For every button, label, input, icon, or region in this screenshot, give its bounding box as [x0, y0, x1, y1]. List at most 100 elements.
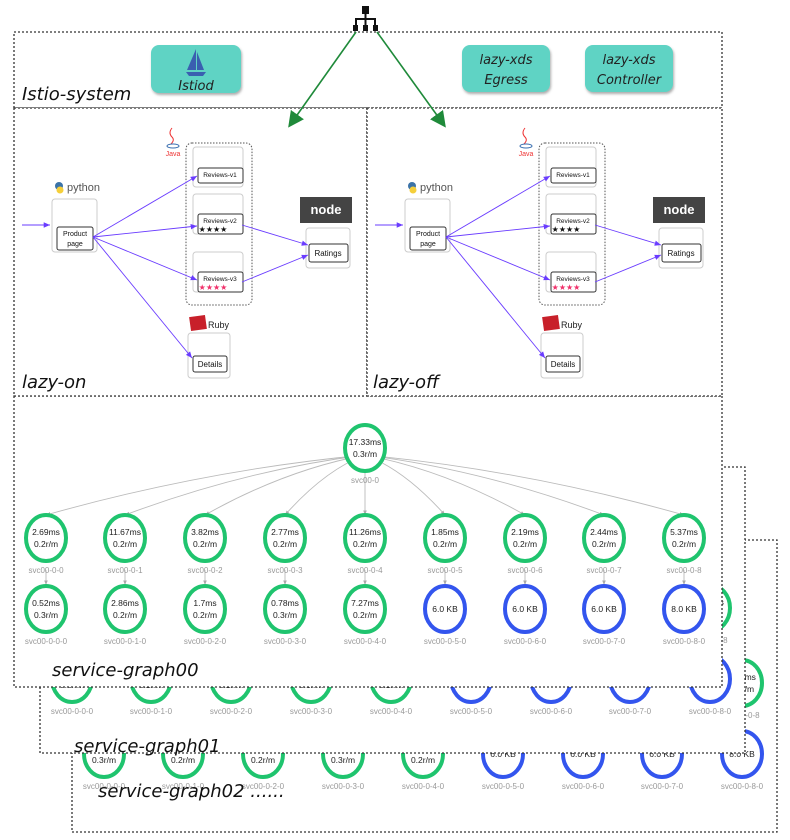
node-circle — [103, 513, 147, 563]
service-node-svc00-0-6[interactable]: 2.19ms 0.2r/m svc00-0-6 — [503, 513, 547, 575]
istiod-label: Istiod — [178, 79, 214, 94]
service-node-svc00-0-5[interactable]: 1.85ms 0.2r/m svc00-0-5 — [423, 513, 467, 575]
lazy-xds-controller-component: lazy-xds Controller — [585, 45, 673, 92]
egress-label-line2: Egress — [484, 73, 528, 88]
node-name: svc00-0-2-0 — [184, 637, 227, 646]
details-label: Details — [198, 360, 222, 369]
node-circle — [423, 513, 467, 563]
node-circle — [24, 513, 68, 563]
service-node-svc00-0-3-0[interactable]: 0.78ms 0.3r/m svc00-0-3-0 — [263, 584, 307, 646]
node-name: svc00-0-3-0 — [290, 707, 333, 716]
node-rate: 0.3r/m — [273, 610, 297, 620]
egress-label-line1: lazy-xds — [479, 53, 532, 68]
node-bytes: 8.0 KB — [671, 604, 697, 614]
node-rate: 0.2r/m — [273, 539, 297, 549]
node-latency: 0.52ms — [32, 598, 60, 608]
node-rate: 0.2r/m — [592, 539, 616, 549]
node-circle — [662, 513, 706, 563]
lazy-off-label: lazy-off — [373, 372, 441, 393]
service-node-svc00-0-2[interactable]: 3.82ms 0.2r/m svc00-0-2 — [183, 513, 227, 575]
service-node-svc00-0-0-0[interactable]: 0.52ms 0.3r/m svc00-0-0-0 — [24, 584, 68, 646]
node-name: svc00-0-8-0 — [721, 782, 764, 791]
node-latency: 11.67ms — [109, 527, 141, 537]
stars-rating: ★★★★ — [552, 283, 581, 292]
reviews-label: Reviews-v3 — [556, 276, 590, 283]
lazy-on-label: lazy-on — [22, 372, 86, 393]
details-label: Details — [551, 360, 575, 369]
node-name: svc00-0-0-0 — [25, 637, 68, 646]
node-circle — [103, 584, 147, 634]
node-circle — [183, 584, 227, 634]
node-latency: 7.27ms — [351, 598, 379, 608]
node-name: svc00-0-2 — [187, 566, 223, 575]
node-bytes: 6.0 KB — [591, 604, 617, 614]
node-latency: 0.78ms — [271, 598, 299, 608]
node-name: svc00-0-7-0 — [641, 782, 684, 791]
node-rate: 0.2r/m — [433, 539, 457, 549]
node-name: svc00-0-4-0 — [402, 782, 445, 791]
node-name: svc00-0-3 — [267, 566, 303, 575]
service-node-svc00-0-8[interactable]: 5.37ms 0.2r/m svc00-0-8 — [662, 513, 706, 575]
service-node-svc00-0-4[interactable]: 11.26ms 0.2r/m svc00-0-4 — [343, 513, 387, 575]
node-rate: 0.3r/m — [34, 610, 58, 620]
service-graph-label: service-graph02 ...... — [98, 781, 285, 802]
productpage-label-1: Product — [416, 231, 440, 238]
node-logo-text: node — [663, 202, 694, 217]
service-node-svc00-0-5-0[interactable]: 6.0 KB svc00-0-5-0 — [423, 584, 467, 646]
controller-label-line1: lazy-xds — [602, 53, 655, 68]
service-node-svc00-0-6-0[interactable]: 6.0 KB svc00-0-6-0 — [503, 584, 547, 646]
node-rate: 0.2r/m — [672, 539, 696, 549]
python-logo-text: python — [67, 182, 100, 194]
service-node-svc00-0-8-0[interactable]: 8.0 KB svc00-0-8-0 — [662, 584, 706, 646]
service-node-svc00-0-2-0[interactable]: 1.7ms 0.2r/m svc00-0-2-0 — [183, 584, 227, 646]
service-node-svc00-0-0[interactable]: 2.69ms 0.2r/m svc00-0-0 — [24, 513, 68, 575]
node-rate: 0.2r/m — [411, 755, 435, 765]
node-name: svc00-0-4 — [347, 566, 383, 575]
productpage-label-2: page — [67, 241, 83, 248]
java-logo-text: Java — [166, 151, 181, 158]
service-node-svc00-0-4-0[interactable]: 7.27ms 0.2r/m svc00-0-4-0 — [343, 584, 387, 646]
node-rate: 0.2r/m — [113, 539, 137, 549]
service-graphs: 17.33ms 0.3r/m svc00-0 2.69ms 0.2r/m svc00-0-… — [13, 395, 778, 833]
node-name: svc00-0-1-0 — [104, 637, 147, 646]
ruby-logo-text: Ruby — [208, 320, 230, 330]
node-rate: 0.3r/m — [331, 755, 355, 765]
node-name: svc00-0-6 — [507, 566, 543, 575]
controller-label-line2: Controller — [597, 73, 663, 88]
reviews-label: Reviews-v2 — [203, 218, 237, 225]
node-latency: 2.19ms — [511, 527, 539, 537]
node-logo-text: node — [310, 202, 341, 217]
node-circle — [183, 513, 227, 563]
node-rate: 0.2r/m — [353, 539, 377, 549]
node-rate: 0.2r/m — [251, 755, 275, 765]
python-icon-part — [409, 186, 417, 194]
architecture-diagram: 17.33ms 0.3r/m svc00-0 2.69ms 0.2r/m svc00-0-… — [13, 6, 778, 833]
node-name: svc00-0-0 — [28, 566, 64, 575]
node-circle — [263, 584, 307, 634]
service-node-svc00-0-7-0[interactable]: 6.0 KB svc00-0-7-0 — [582, 584, 626, 646]
reviews-label: Reviews-v3 — [203, 276, 237, 283]
node-circle — [263, 513, 307, 563]
node-rate: 0.3r/m — [353, 449, 377, 459]
service-node-svc00-0-7[interactable]: 2.44ms 0.2r/m svc00-0-7 — [582, 513, 626, 575]
ruby-icon — [542, 314, 560, 332]
ratings-label: Ratings — [667, 249, 694, 258]
node-name: svc00-0-7 — [586, 566, 622, 575]
node-latency: 3.82ms — [191, 527, 219, 537]
node-latency: 2.69ms — [32, 527, 60, 537]
stars-rating: ★★★★ — [199, 283, 228, 292]
productpage-label-2: page — [420, 241, 436, 248]
node-name: svc00-0-8-0 — [689, 707, 732, 716]
node-name: svc00-0-5-0 — [482, 782, 525, 791]
service-node-svc00-0[interactable]: 17.33ms 0.3r/m svc00-0 — [343, 423, 387, 485]
service-graph-label: service-graph01 — [74, 736, 221, 757]
istio-system-label: Istio-system — [22, 84, 131, 105]
node-circle — [503, 513, 547, 563]
service-node-svc00-0-1-0[interactable]: 2.86ms 0.2r/m svc00-0-1-0 — [103, 584, 147, 646]
ruby-icon — [189, 314, 207, 332]
service-node-svc00-0-3[interactable]: 2.77ms 0.2r/m svc00-0-3 — [263, 513, 307, 575]
java-logo-text: Java — [519, 151, 534, 158]
service-node-svc00-0-1[interactable]: 11.67ms 0.2r/m svc00-0-1 — [103, 513, 147, 575]
node-bytes: 6.0 KB — [432, 604, 458, 614]
node-name: svc00-0-6-0 — [530, 707, 573, 716]
